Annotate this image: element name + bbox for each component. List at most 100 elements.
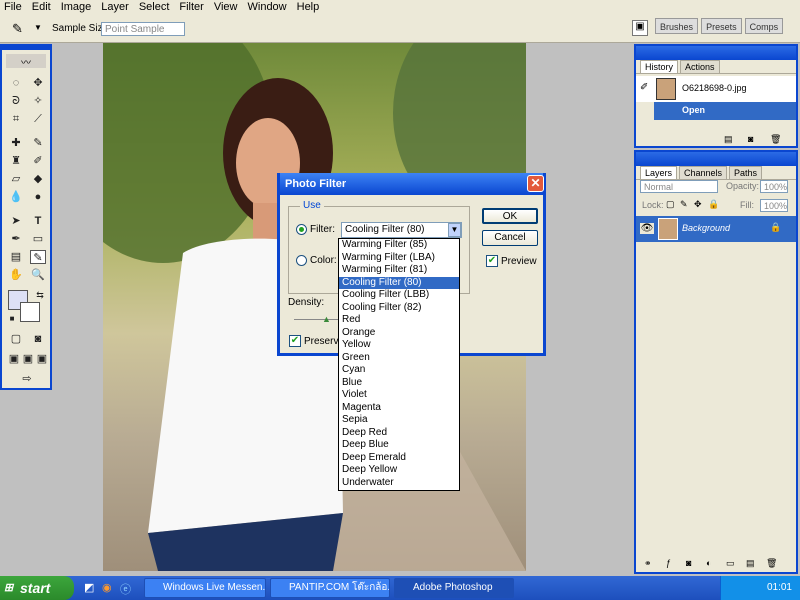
file-browser-icon[interactable]: ▣ [632, 20, 648, 36]
fill-input[interactable]: 100% [760, 199, 788, 212]
healing-brush-icon[interactable]: ✚ [8, 136, 24, 150]
lock-position-icon[interactable]: ✥ [694, 199, 702, 210]
clone-stamp-icon[interactable]: ♜ [8, 154, 24, 168]
history-state-row[interactable]: Open [654, 102, 796, 120]
menu-file[interactable]: File [4, 0, 22, 15]
default-colors-icon[interactable]: ■ [4, 312, 20, 326]
tab-brushes[interactable]: Brushes [655, 18, 699, 34]
adjustment-layer-icon[interactable]: ◐ [706, 558, 711, 568]
swap-colors-icon[interactable]: ⇆ [32, 288, 48, 302]
shape-tool-icon[interactable]: ▭ [30, 232, 46, 246]
notes-tool-icon[interactable]: ▤ [8, 250, 24, 264]
marquee-tool-icon[interactable]: ◌ [8, 76, 24, 90]
color-radio[interactable] [296, 255, 307, 266]
filter-option[interactable]: Cooling Filter (LBB) [339, 289, 459, 302]
filter-option[interactable]: Cooling Filter (80) [339, 276, 459, 289]
eraser-tool-icon[interactable]: ▱ [8, 172, 24, 186]
blur-tool-icon[interactable]: 💧 [8, 190, 24, 204]
filter-option[interactable]: Orange [339, 327, 459, 340]
pen-tool-icon[interactable]: ✒ [8, 232, 24, 246]
tab-comps[interactable]: Comps [744, 18, 784, 34]
lock-all-icon[interactable]: 🔒 [708, 199, 719, 210]
filter-option[interactable]: Deep Yellow [339, 464, 459, 477]
link-layers-icon[interactable]: ⚭ [644, 558, 652, 569]
tab-history[interactable]: History [640, 60, 679, 73]
filter-option[interactable]: Red [339, 314, 459, 327]
filter-option[interactable]: Yellow [339, 339, 459, 352]
tab-actions[interactable]: Actions [680, 60, 720, 73]
chevron-down-icon[interactable]: ▼ [34, 23, 42, 32]
zoom-tool-icon[interactable]: 🔍 [30, 268, 46, 282]
new-document-icon[interactable]: ▤ [724, 134, 733, 145]
menu-help[interactable]: Help [297, 0, 320, 15]
filter-option[interactable]: Magenta [339, 402, 459, 415]
jump-to-imageready-icon[interactable]: ⇨ [14, 372, 40, 386]
layer-style-icon[interactable]: ƒ [666, 558, 671, 568]
taskbar-item-messenger[interactable]: Windows Live Messen... [144, 578, 266, 598]
layer-row-background[interactable]: 👁 Background 🔒 [636, 216, 796, 242]
layer-mask-icon[interactable]: ◙ [686, 558, 691, 568]
filter-option[interactable]: Cyan [339, 364, 459, 377]
history-brush-source-icon[interactable]: ✐ [640, 82, 648, 93]
history-snapshot-row[interactable]: ✐ O6218698-0.jpg [636, 76, 796, 102]
trash-icon[interactable]: 🗑 [770, 134, 781, 145]
menu-window[interactable]: Window [248, 0, 287, 15]
cancel-button[interactable]: Cancel [482, 230, 538, 246]
new-group-icon[interactable]: ▭ [726, 558, 735, 569]
tab-presets[interactable]: Presets [701, 18, 742, 34]
filter-option[interactable]: Cooling Filter (82) [339, 302, 459, 315]
type-tool-icon[interactable]: T [30, 214, 46, 228]
new-layer-icon[interactable]: ▤ [746, 558, 755, 569]
close-icon[interactable]: ✕ [527, 175, 544, 192]
eyedropper-tool-icon[interactable]: ✎ [30, 250, 46, 264]
preview-checkbox[interactable]: ✔ [486, 255, 498, 267]
menu-edit[interactable]: Edit [32, 0, 51, 15]
chevron-down-icon[interactable]: ▼ [448, 223, 461, 237]
menu-image[interactable]: Image [61, 0, 92, 15]
lock-pixels-icon[interactable]: ✎ [680, 199, 688, 210]
background-color-swatch[interactable] [20, 302, 40, 322]
hand-tool-icon[interactable]: ✋ [8, 268, 24, 282]
filter-option[interactable]: Sepia [339, 414, 459, 427]
brush-tool-icon[interactable]: ✎ [30, 136, 46, 150]
filter-select[interactable]: Cooling Filter (80) [341, 222, 462, 238]
quicklaunch-desktop-icon[interactable]: ◩ [84, 581, 94, 594]
filter-radio[interactable] [296, 224, 307, 235]
menu-filter[interactable]: Filter [179, 0, 203, 15]
start-button[interactable]: ⊞ start [0, 576, 74, 600]
filter-option[interactable]: Green [339, 352, 459, 365]
taskbar-item-photoshop[interactable]: Adobe Photoshop [394, 578, 514, 598]
clock[interactable]: 01:01 [767, 582, 792, 593]
filter-option[interactable]: Blue [339, 377, 459, 390]
opacity-input[interactable]: 100% [760, 180, 788, 193]
density-slider-thumb[interactable]: ▲ [322, 314, 331, 324]
quick-mask-icon[interactable]: ◙ [30, 332, 46, 346]
filter-option[interactable]: Deep Emerald [339, 452, 459, 465]
move-tool-icon[interactable]: ✥ [30, 76, 46, 90]
tab-channels[interactable]: Channels [679, 166, 728, 179]
full-screen-icon[interactable]: ▣ [34, 352, 50, 366]
filter-option[interactable]: Warming Filter (81) [339, 264, 459, 277]
preserve-checkbox[interactable]: ✔ [289, 335, 301, 347]
slice-tool-icon[interactable]: ⟋ [30, 112, 46, 126]
quicklaunch-ie-icon[interactable]: ⓔ [120, 581, 131, 597]
dodge-tool-icon[interactable]: ● [30, 190, 46, 204]
tab-layers[interactable]: Layers [640, 166, 678, 179]
filter-option[interactable]: Deep Red [339, 427, 459, 440]
tab-paths[interactable]: Paths [729, 166, 763, 179]
filter-option[interactable]: Warming Filter (LBA) [339, 252, 459, 265]
density-slider-track[interactable] [294, 319, 340, 320]
delete-layer-icon[interactable]: 🗑 [766, 558, 777, 569]
feather-icon[interactable]: 〰 [6, 54, 46, 69]
ok-button[interactable]: OK [482, 208, 538, 224]
paint-bucket-icon[interactable]: ◆ [30, 172, 46, 186]
filter-option[interactable]: Warming Filter (85) [339, 239, 459, 252]
visibility-eye-icon[interactable]: 👁 [640, 223, 654, 234]
lock-transparency-icon[interactable]: ▢ [666, 199, 675, 210]
quicklaunch-firefox-icon[interactable]: ◉ [102, 581, 112, 594]
menu-view[interactable]: View [214, 0, 238, 15]
crop-tool-icon[interactable]: ⌗ [8, 112, 24, 126]
lasso-tool-icon[interactable]: ᘐ [8, 94, 24, 108]
eyedropper-icon[interactable]: ✎ [12, 21, 23, 37]
snapshot-camera-icon[interactable]: ◙ [748, 134, 753, 144]
